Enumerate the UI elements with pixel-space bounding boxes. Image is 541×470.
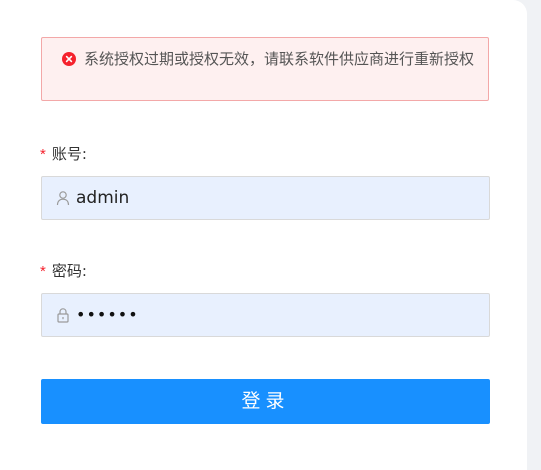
alert-message: 系统授权过期或授权无效，请联系软件供应商进行重新授权 [84,50,475,68]
user-icon [55,190,71,206]
required-mark: * [40,263,46,280]
error-alert: 系统授权过期或授权无效，请联系软件供应商进行重新授权 [41,37,489,101]
password-label-text: 密码: [51,262,87,280]
account-label: * 账号: [40,144,87,165]
lock-icon [55,307,71,323]
login-card: 系统授权过期或授权无效，请联系软件供应商进行重新授权 * 账号: admin * 密… [0,0,527,470]
required-mark: * [40,146,46,163]
account-label-text: 账号: [51,145,87,163]
account-input[interactable]: admin [41,176,490,220]
password-input[interactable]: •••••• [41,293,490,337]
close-circle-icon [62,52,76,66]
password-value: •••••• [76,305,139,324]
account-value: admin [76,188,130,208]
login-button[interactable]: 登录 [41,379,490,424]
password-label: * 密码: [40,261,87,282]
